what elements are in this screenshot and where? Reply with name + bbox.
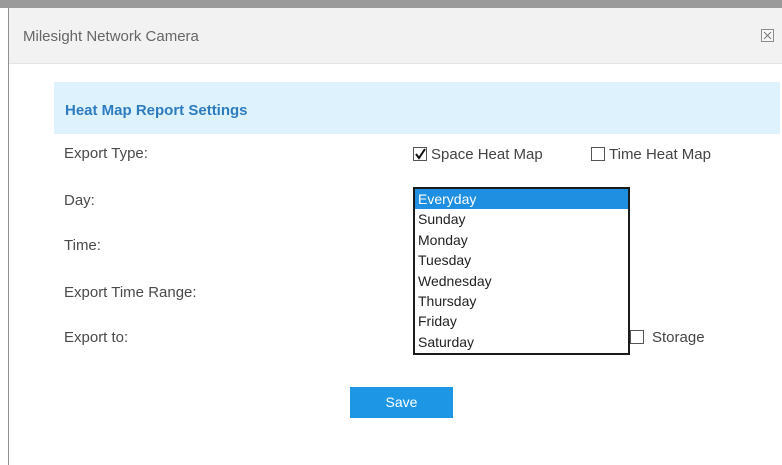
page: Milesight Network Camera Heat Map Report… xyxy=(0,0,782,465)
day-option[interactable]: Friday xyxy=(415,311,628,331)
export-type-label: Export Type: xyxy=(64,145,148,162)
space-heat-map-label[interactable]: Space Heat Map xyxy=(431,146,543,163)
day-option[interactable]: Saturday xyxy=(415,332,628,352)
time-heat-map-checkbox[interactable] xyxy=(591,147,605,161)
time-label: Time: xyxy=(64,237,101,254)
export-to-label: Export to: xyxy=(64,329,129,346)
day-option[interactable]: Everyday xyxy=(415,189,628,210)
time-heat-map-label[interactable]: Time Heat Map xyxy=(609,146,711,163)
space-heat-map-checkbox[interactable] xyxy=(413,147,427,161)
day-option[interactable]: Wednesday xyxy=(415,271,628,291)
window-top-edge xyxy=(0,0,782,8)
close-icon xyxy=(763,31,772,40)
day-option[interactable]: Monday xyxy=(415,230,628,250)
storage-label[interactable]: Storage xyxy=(652,329,705,346)
export-time-range-label: Export Time Range: xyxy=(64,284,197,301)
day-label: Day: xyxy=(64,192,95,209)
day-option[interactable]: Thursday xyxy=(415,291,628,311)
section-title: Heat Map Report Settings xyxy=(65,102,248,119)
day-option[interactable]: Sunday xyxy=(415,209,628,229)
section-header: Heat Map Report Settings xyxy=(54,82,780,134)
settings-dialog: Milesight Network Camera Heat Map Report… xyxy=(8,8,782,465)
day-option[interactable]: Tuesday xyxy=(415,250,628,270)
checkmark-icon xyxy=(415,148,426,160)
dialog-titlebar: Milesight Network Camera xyxy=(9,8,782,64)
storage-checkbox[interactable] xyxy=(630,330,644,344)
dialog-title: Milesight Network Camera xyxy=(23,28,199,45)
save-button[interactable]: Save xyxy=(350,387,453,418)
day-dropdown-list[interactable]: Everyday Sunday Monday Tuesday Wednesday… xyxy=(413,187,630,355)
close-button[interactable] xyxy=(761,29,774,42)
